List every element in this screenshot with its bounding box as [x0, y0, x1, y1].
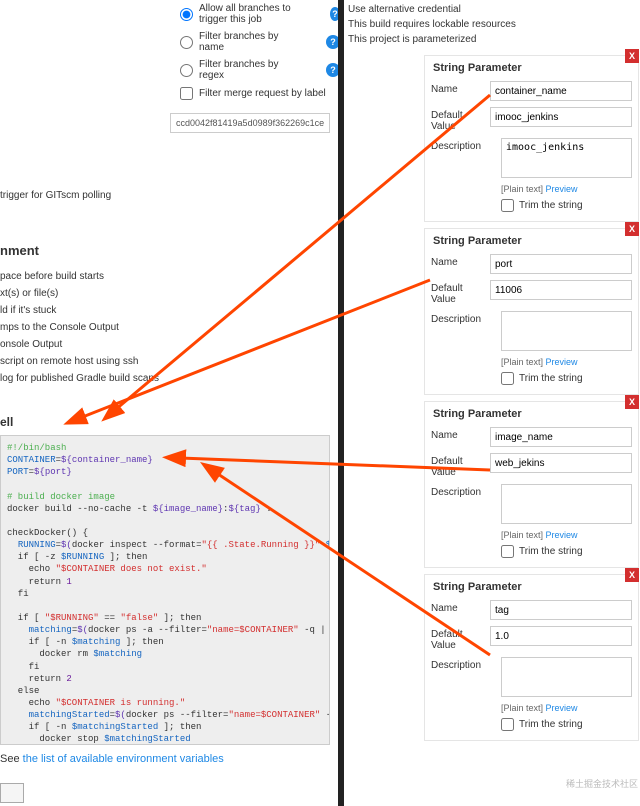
param-block-image-name: X String Parameter Name Default Value De…: [424, 401, 639, 568]
name-input[interactable]: [490, 81, 632, 101]
trigger-text: trigger for GITscm polling: [0, 188, 340, 203]
name-input[interactable]: [490, 600, 632, 620]
default-input[interactable]: [490, 280, 632, 300]
param-footer: [Plain text] Preview: [425, 181, 638, 197]
trim-label: Trim the string: [519, 546, 583, 557]
check-filter-merge[interactable]: [180, 87, 193, 100]
check-lockable[interactable]: This build requires lockable resources: [348, 17, 640, 32]
name-label: Name: [431, 81, 490, 95]
opt-2: xt(s) or file(s): [0, 285, 340, 302]
param-title: String Parameter: [425, 56, 638, 78]
see-prefix: See: [0, 753, 23, 765]
check-parameterized[interactable]: This project is parameterized: [348, 32, 640, 47]
name-label: Name: [431, 600, 490, 614]
param-block-tag: X String Parameter Name Default Value De…: [424, 574, 639, 741]
param-title: String Parameter: [425, 402, 638, 424]
trim-row[interactable]: Trim the string: [425, 197, 638, 215]
preview-link[interactable]: Preview: [546, 184, 578, 194]
preview-link[interactable]: Preview: [546, 357, 578, 367]
delete-param-button[interactable]: X: [625, 49, 639, 63]
desc-textarea[interactable]: imooc_jenkins: [501, 138, 632, 178]
radio-filter-name[interactable]: [180, 36, 193, 49]
delete-param-button[interactable]: X: [625, 395, 639, 409]
opt-1: pace before build starts: [0, 268, 340, 285]
options-list: pace before build starts xt(s) or file(s…: [0, 262, 340, 387]
default-label: Default Value: [431, 453, 490, 478]
plaintext-label: [Plain text]: [501, 184, 543, 194]
param-title: String Parameter: [425, 229, 638, 251]
plaintext-label: [Plain text]: [501, 703, 543, 713]
param-block-port: X String Parameter Name Default Value De…: [424, 228, 639, 395]
bottom-corner-button[interactable]: [0, 783, 24, 803]
opt-7: log for published Gradle build scans: [0, 370, 340, 387]
label-filter-regex: Filter branches by regex: [199, 59, 306, 81]
delete-param-button[interactable]: X: [625, 568, 639, 582]
desc-textarea[interactable]: [501, 657, 632, 697]
opt-6: script on remote host using ssh: [0, 353, 340, 370]
right-panel: Use alternative credential This build re…: [344, 0, 640, 806]
commit-hash-input[interactable]: [170, 113, 330, 133]
section-heading: nment: [0, 233, 340, 262]
label-filter-name: Filter branches by name: [199, 31, 306, 53]
shell-section-label: ell: [0, 407, 340, 431]
default-label: Default Value: [431, 280, 490, 305]
trim-label: Trim the string: [519, 719, 583, 730]
trim-label: Trim the string: [519, 373, 583, 384]
opt-4: mps to the Console Output: [0, 319, 340, 336]
param-title: String Parameter: [425, 575, 638, 597]
check-alt-cred[interactable]: Use alternative credential: [348, 2, 640, 17]
trim-label: Trim the string: [519, 200, 583, 211]
trim-checkbox[interactable]: [501, 199, 514, 212]
delete-param-button[interactable]: X: [625, 222, 639, 236]
plaintext-label: [Plain text]: [501, 530, 543, 540]
desc-label: Description: [431, 138, 501, 152]
trim-checkbox[interactable]: [501, 372, 514, 385]
param-footer: [Plain text] Preview: [425, 354, 638, 370]
trim-row[interactable]: Trim the string: [425, 543, 638, 561]
name-input[interactable]: [490, 427, 632, 447]
opt-5: onsole Output: [0, 336, 340, 353]
watermark: 稀土掘金技术社区: [566, 777, 638, 790]
radio-filter-regex[interactable]: [180, 64, 193, 77]
plaintext-label: [Plain text]: [501, 357, 543, 367]
env-vars-link[interactable]: the list of available environment variab…: [23, 753, 224, 765]
see-env-vars: See the list of available environment va…: [0, 745, 340, 773]
branch-option-allow-all[interactable]: Allow all branches to trigger this job ?: [0, 0, 340, 28]
opt-3: ld if it's stuck: [0, 302, 340, 319]
preview-link[interactable]: Preview: [546, 703, 578, 713]
default-input[interactable]: [490, 453, 632, 473]
trim-row[interactable]: Trim the string: [425, 370, 638, 388]
default-input[interactable]: [490, 626, 632, 646]
param-footer: [Plain text] Preview: [425, 527, 638, 543]
radio-allow-all[interactable]: [180, 8, 193, 21]
shell-script-editor[interactable]: #!/bin/bash CONTAINER=${container_name} …: [0, 435, 330, 745]
top-project-options: Use alternative credential This build re…: [344, 0, 640, 49]
branch-option-filter-regex[interactable]: Filter branches by regex ?: [0, 56, 340, 84]
label-allow-all: Allow all branches to trigger this job: [199, 3, 310, 25]
param-footer: [Plain text] Preview: [425, 700, 638, 716]
branch-option-filter-name[interactable]: Filter branches by name ?: [0, 28, 340, 56]
param-block-container-name: X String Parameter Name Default Value De…: [424, 55, 639, 222]
name-label: Name: [431, 427, 490, 441]
name-input[interactable]: [490, 254, 632, 274]
desc-label: Description: [431, 311, 501, 325]
default-input[interactable]: [490, 107, 632, 127]
default-label: Default Value: [431, 626, 490, 651]
desc-label: Description: [431, 657, 501, 671]
trim-row[interactable]: Trim the string: [425, 716, 638, 734]
trim-checkbox[interactable]: [501, 718, 514, 731]
branch-option-filter-merge[interactable]: Filter merge request by label: [0, 84, 340, 103]
name-label: Name: [431, 254, 490, 268]
desc-textarea[interactable]: [501, 484, 632, 524]
trim-checkbox[interactable]: [501, 545, 514, 558]
default-label: Default Value: [431, 107, 490, 132]
preview-link[interactable]: Preview: [546, 530, 578, 540]
label-filter-merge: Filter merge request by label: [199, 88, 326, 99]
left-panel: Allow all branches to trigger this job ?…: [0, 0, 340, 806]
desc-label: Description: [431, 484, 501, 498]
desc-textarea[interactable]: [501, 311, 632, 351]
